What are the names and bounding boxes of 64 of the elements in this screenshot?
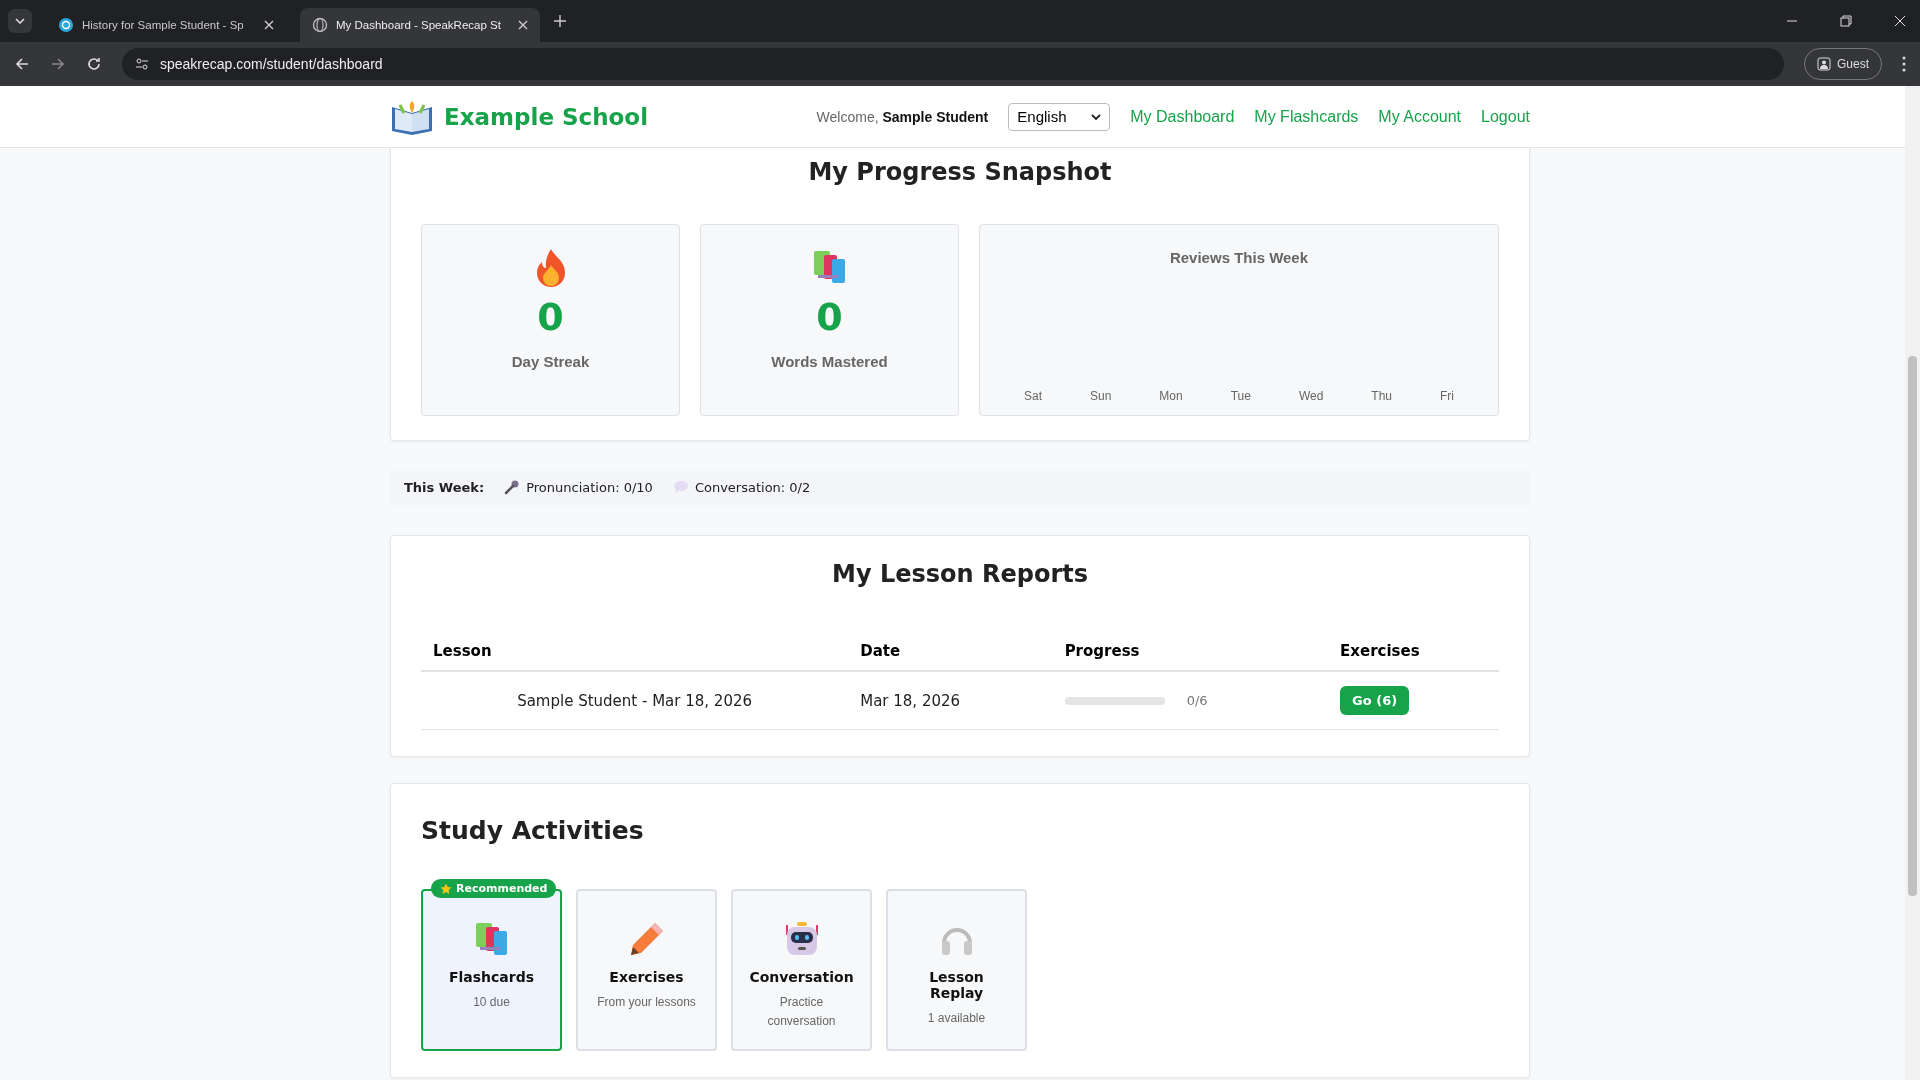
reload-icon[interactable] bbox=[86, 56, 102, 72]
scrollbar[interactable] bbox=[1905, 86, 1920, 1080]
activity-title: Conversation bbox=[749, 969, 854, 985]
back-icon[interactable] bbox=[14, 56, 30, 72]
speech-bubble-icon bbox=[672, 480, 689, 494]
tab-search-button[interactable] bbox=[8, 9, 32, 33]
activity-card[interactable]: Lesson Replay 1 available bbox=[886, 889, 1027, 1051]
stat-value: 0 bbox=[537, 295, 564, 339]
menu-icon[interactable] bbox=[1902, 56, 1906, 72]
star-icon bbox=[440, 882, 452, 895]
stat-value: 0 bbox=[816, 295, 843, 339]
new-tab-icon[interactable] bbox=[554, 15, 566, 27]
caret-icon bbox=[1091, 113, 1102, 120]
site-settings-icon[interactable] bbox=[134, 56, 150, 72]
week-label: This Week: bbox=[404, 479, 485, 495]
browser-tab[interactable]: My Dashboard - SpeakRecap St bbox=[300, 8, 540, 42]
stat-label: Words Mastered bbox=[771, 353, 888, 370]
day-label: Tue bbox=[1230, 389, 1251, 403]
welcome-text: Welcome, Sample Student bbox=[816, 108, 989, 125]
microphone-icon bbox=[504, 479, 521, 495]
day-label: Mon bbox=[1159, 389, 1183, 403]
url-text: speakrecap.com/student/dashboard bbox=[160, 56, 383, 72]
restore-icon[interactable] bbox=[1840, 15, 1852, 27]
column-header: Progress bbox=[1052, 632, 1329, 671]
week-stat: Pronunciation: 0/10 bbox=[526, 479, 653, 495]
language-select[interactable]: English bbox=[1008, 102, 1111, 131]
day-label: Fri bbox=[1440, 389, 1454, 403]
day-label: Wed bbox=[1298, 389, 1324, 403]
day-label: Sun bbox=[1090, 389, 1112, 403]
column-header: Exercises bbox=[1328, 632, 1499, 671]
close-icon[interactable] bbox=[264, 20, 274, 30]
section-title: My Progress Snapshot bbox=[807, 158, 1113, 186]
stat-label: Day Streak bbox=[511, 353, 590, 370]
activity-subtitle: 1 available bbox=[927, 1010, 986, 1027]
chart-title: Reviews This Week bbox=[1169, 249, 1309, 266]
activity-title: Lesson Replay bbox=[928, 969, 985, 1001]
activity-card[interactable]: Conversation Practice conversation bbox=[731, 889, 872, 1051]
activity-title: Exercises bbox=[609, 969, 684, 985]
section-title: Study Activities bbox=[421, 816, 645, 845]
column-header: Date bbox=[848, 632, 1053, 671]
lesson-name[interactable]: Sample Student - Mar 18, 2026 bbox=[517, 691, 753, 710]
profile-button[interactable]: Guest bbox=[1804, 48, 1882, 80]
browser-tab[interactable]: History for Sample Student - Sp bbox=[46, 8, 286, 42]
caret-icon bbox=[15, 18, 25, 24]
activity-subtitle: 10 due bbox=[473, 994, 510, 1011]
day-label: Sat bbox=[1024, 389, 1042, 403]
progress-text: 0/6 bbox=[1186, 693, 1208, 708]
address-bar[interactable]: speakrecap.com/student/dashboard bbox=[122, 48, 1784, 80]
person-icon bbox=[1817, 57, 1831, 71]
activity-card[interactable]: Exercises From your lessons bbox=[576, 889, 717, 1051]
tab-title: History for Sample Student - Sp bbox=[82, 19, 245, 31]
forward-icon[interactable] bbox=[50, 56, 66, 72]
activity-subtitle: Practice conversation bbox=[766, 994, 837, 1031]
week-stat: Conversation: 0/2 bbox=[694, 479, 811, 495]
activity-subtitle: From your lessons bbox=[597, 994, 696, 1011]
close-icon[interactable] bbox=[1894, 15, 1906, 27]
lesson-date: Mar 18, 2026 bbox=[860, 691, 961, 710]
recommended-badge: Recommended bbox=[431, 879, 557, 898]
day-label: Thu bbox=[1371, 389, 1392, 403]
column-header: Lesson bbox=[421, 632, 849, 671]
tab-title: My Dashboard - SpeakRecap St bbox=[336, 19, 502, 31]
activity-title: Flashcards bbox=[448, 969, 535, 985]
section-title: My Lesson Reports bbox=[831, 560, 1089, 588]
close-icon[interactable] bbox=[518, 20, 528, 30]
